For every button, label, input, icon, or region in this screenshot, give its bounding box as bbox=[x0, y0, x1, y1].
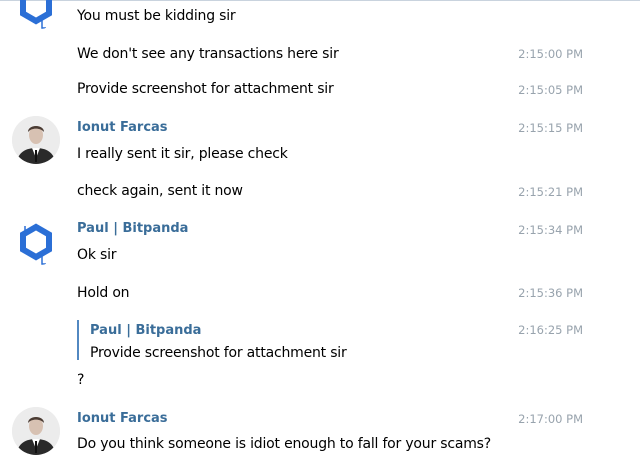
bitpanda-logo-icon bbox=[20, 0, 52, 29]
message-text: I really sent it sir, please check bbox=[77, 146, 288, 162]
person-photo-icon bbox=[12, 116, 60, 164]
message-time: 2:15:00 PM bbox=[518, 47, 583, 61]
sender-name[interactable]: Ionut Farcas bbox=[77, 120, 168, 135]
user-avatar[interactable] bbox=[12, 116, 60, 164]
message-text: Ok sir bbox=[77, 247, 117, 263]
message-text: You must be kidding sir bbox=[77, 8, 236, 24]
message-text: Hold on bbox=[77, 285, 130, 301]
top-divider bbox=[0, 0, 640, 1]
bitpanda-avatar[interactable] bbox=[12, 0, 60, 30]
message-time: 2:15:36 PM bbox=[518, 286, 583, 300]
message-time: 2:15:05 PM bbox=[518, 83, 583, 97]
reply-bar bbox=[77, 320, 79, 360]
bitpanda-logo-icon bbox=[20, 223, 52, 265]
message-text: We don't see any transactions here sir bbox=[77, 46, 339, 62]
message-text: ? bbox=[77, 372, 85, 388]
person-photo-icon bbox=[12, 407, 60, 455]
message-time: 2:15:21 PM bbox=[518, 185, 583, 199]
message-text: check again, sent it now bbox=[77, 183, 243, 199]
message-time: 2:16:25 PM bbox=[518, 323, 583, 337]
user-avatar[interactable] bbox=[12, 407, 60, 455]
message-time: 2:17:00 PM bbox=[518, 412, 583, 426]
message-text: Provide screenshot for attachment sir bbox=[77, 81, 334, 97]
sender-name[interactable]: Ionut Farcas bbox=[77, 411, 168, 426]
message-time: 2:15:34 PM bbox=[518, 223, 583, 237]
bitpanda-avatar[interactable] bbox=[12, 218, 60, 266]
message-text: Do you think someone is idiot enough to … bbox=[77, 436, 492, 452]
reply-quote-text[interactable]: Provide screenshot for attachment sir bbox=[90, 345, 347, 361]
sender-name[interactable]: Paul | Bitpanda bbox=[77, 221, 188, 236]
reply-sender-name[interactable]: Paul | Bitpanda bbox=[90, 323, 201, 338]
message-time: 2:15:15 PM bbox=[518, 121, 583, 135]
